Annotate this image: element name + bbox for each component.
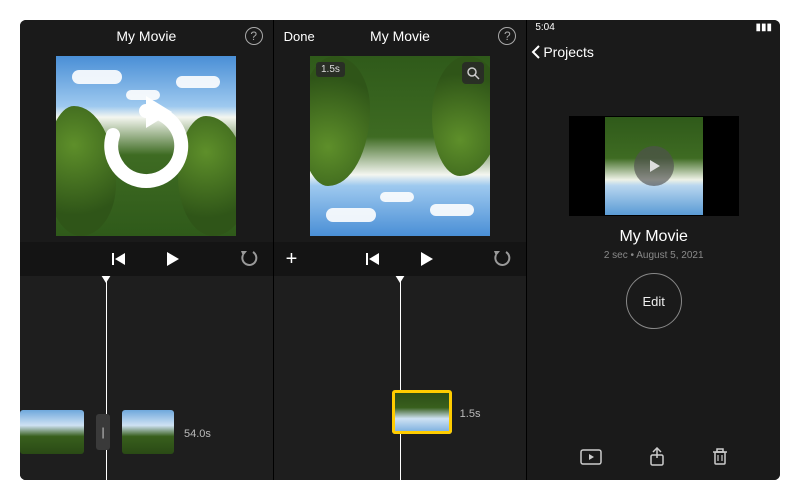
trash-icon[interactable] — [712, 448, 728, 466]
transition-pill[interactable]: | — [96, 414, 110, 450]
clip-duration-label: 54.0s — [184, 428, 211, 440]
projects-screen: 5:04 ▮▮▮ Projects My Movie 2 sec • Augus… — [526, 20, 780, 480]
undo-icon[interactable] — [492, 247, 512, 272]
chevron-left-icon — [531, 45, 541, 59]
title: My Movie — [116, 28, 176, 44]
rotate-icon[interactable] — [96, 96, 196, 196]
play-icon[interactable] — [162, 249, 182, 269]
edit-label: Edit — [642, 294, 664, 309]
play-rect-icon[interactable] — [580, 449, 602, 465]
zoom-icon[interactable] — [462, 62, 484, 84]
timeline[interactable]: | 54.0s — [20, 276, 273, 480]
add-media-icon[interactable]: + — [286, 248, 298, 271]
edit-button[interactable]: Edit — [626, 273, 682, 329]
bottom-actions — [527, 434, 780, 480]
clip-1[interactable] — [20, 410, 84, 454]
help-icon[interactable]: ? — [498, 27, 516, 45]
video-preview[interactable]: 1.5s — [310, 56, 490, 236]
project-body: My Movie 2 sec • August 5, 2021 Edit — [527, 66, 780, 434]
play-overlay-icon[interactable] — [634, 146, 674, 186]
editor-screen-rotate: My Movie ? — [20, 20, 273, 480]
done-button[interactable]: Done — [284, 29, 315, 44]
title: My Movie — [370, 28, 430, 44]
editor-screen-flipped: Done My Movie ? 1.5s + — [273, 20, 527, 480]
status-right: ▮▮▮ — [756, 22, 773, 36]
undo-icon[interactable] — [239, 247, 259, 272]
clip-duration-label: 1.5s — [460, 408, 481, 420]
video-preview[interactable] — [56, 56, 236, 236]
project-thumbnail[interactable] — [569, 116, 739, 216]
status-time: 5:04 — [535, 22, 554, 36]
project-subtitle: 2 sec • August 5, 2021 — [604, 250, 704, 261]
transport-bar — [20, 242, 273, 276]
timeline[interactable]: 1.5s — [274, 276, 527, 480]
project-title: My Movie — [619, 228, 687, 246]
back-label: Projects — [543, 44, 594, 60]
back-button[interactable]: Projects — [527, 38, 780, 66]
transport-bar: + — [274, 242, 527, 276]
clip-selected[interactable] — [392, 390, 452, 434]
skip-start-icon[interactable] — [110, 250, 128, 268]
preview-area — [20, 52, 273, 242]
skip-start-icon[interactable] — [364, 250, 382, 268]
preview-area: 1.5s — [274, 52, 527, 242]
clip-2[interactable] — [122, 410, 174, 454]
playhead[interactable] — [400, 276, 401, 480]
header: Done My Movie ? — [274, 20, 527, 52]
play-icon[interactable] — [416, 249, 436, 269]
status-bar: 5:04 ▮▮▮ — [527, 20, 780, 38]
duration-badge: 1.5s — [316, 62, 345, 77]
help-icon[interactable]: ? — [245, 27, 263, 45]
share-icon[interactable] — [648, 447, 666, 467]
header: My Movie ? — [20, 20, 273, 52]
